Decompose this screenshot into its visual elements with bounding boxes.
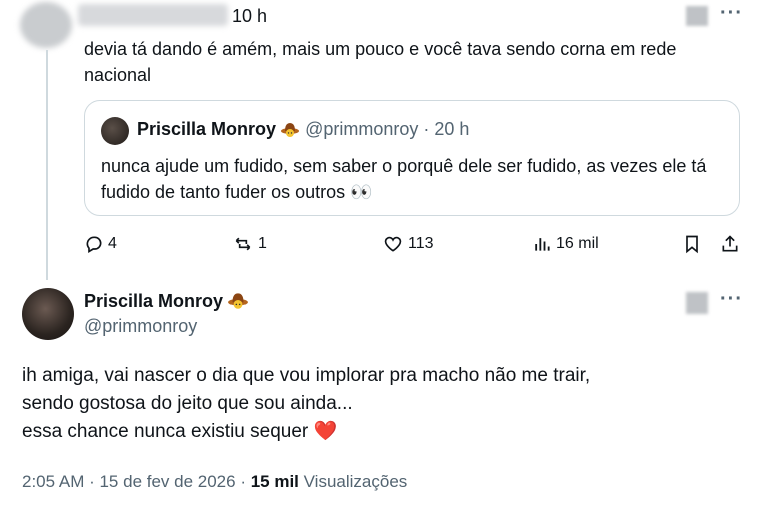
cowboy-hat-emoji-icon (280, 120, 300, 143)
share-button[interactable] (720, 234, 740, 254)
quote-header: Priscilla Monroy @primmonroy · 20 h (137, 119, 469, 143)
cowboy-hat-emoji-icon (227, 290, 249, 315)
tweet-line-1: ih amiga, vai nascer o dia que vou implo… (22, 365, 591, 386)
more-dots-icon[interactable]: ··· (720, 288, 743, 311)
like-button[interactable]: 113 (382, 234, 434, 254)
reply-text: devia tá dando é amém, mais um pouco e v… (84, 39, 677, 85)
tweet-line-2: sendo gostosa do jeito que sou ainda... (22, 393, 353, 414)
author-handle[interactable]: @primmonroy (84, 316, 197, 337)
tweet-meta: 2:05 AM · 15 de fev de 2026 · 15 mil Vis… (22, 472, 407, 492)
quote-avatar[interactable] (101, 117, 129, 145)
thread-line (46, 50, 48, 280)
tweet-timestamp[interactable]: 2:05 AM · 15 de fev de 2026 · (22, 472, 251, 491)
author-avatar[interactable] (22, 288, 74, 340)
quote-text: nunca ajude um fudido, sem saber o porqu… (101, 156, 707, 202)
quoted-tweet-card[interactable]: Priscilla Monroy @primmonroy · 20 h nunc… (84, 100, 740, 216)
reply-avatar-redacted[interactable] (20, 2, 72, 48)
like-count: 113 (408, 235, 434, 252)
reply-icon (84, 234, 104, 254)
analytics-icon (532, 234, 552, 254)
repost-icon (232, 234, 254, 254)
reply-button[interactable]: 4 (84, 234, 117, 254)
author-name-row: Priscilla Monroy (84, 290, 249, 315)
heart-icon (382, 234, 404, 254)
tweet-text: ih amiga, vai nascer o dia que vou implo… (22, 362, 742, 446)
share-icon (720, 234, 740, 254)
reply-time[interactable]: 10 h (232, 6, 267, 27)
grok-icon-redacted[interactable] (686, 292, 708, 314)
author-name[interactable]: Priscilla Monroy (84, 291, 223, 311)
quote-author-name[interactable]: Priscilla Monroy (137, 119, 276, 139)
reply-author-redacted[interactable] (78, 4, 228, 26)
views-button[interactable]: 16 mil (532, 234, 599, 254)
tweet-line-3: essa chance nunca existiu sequer ❤️ (22, 421, 338, 442)
more-dots-icon[interactable]: ··· (720, 2, 743, 25)
repost-count: 1 (258, 235, 267, 252)
repost-button[interactable]: 1 (232, 234, 267, 254)
views-label: Visualizações (303, 472, 408, 491)
action-bar: 4 1 113 16 mil (84, 234, 744, 258)
reply-count: 4 (108, 235, 117, 252)
grok-icon-redacted[interactable] (686, 6, 708, 26)
bookmark-button[interactable] (682, 234, 702, 254)
bookmark-icon (682, 234, 702, 254)
views-total: 15 mil (250, 472, 299, 491)
views-count: 16 mil (556, 235, 599, 252)
quote-handle-time: @primmonroy · 20 h (305, 119, 470, 139)
